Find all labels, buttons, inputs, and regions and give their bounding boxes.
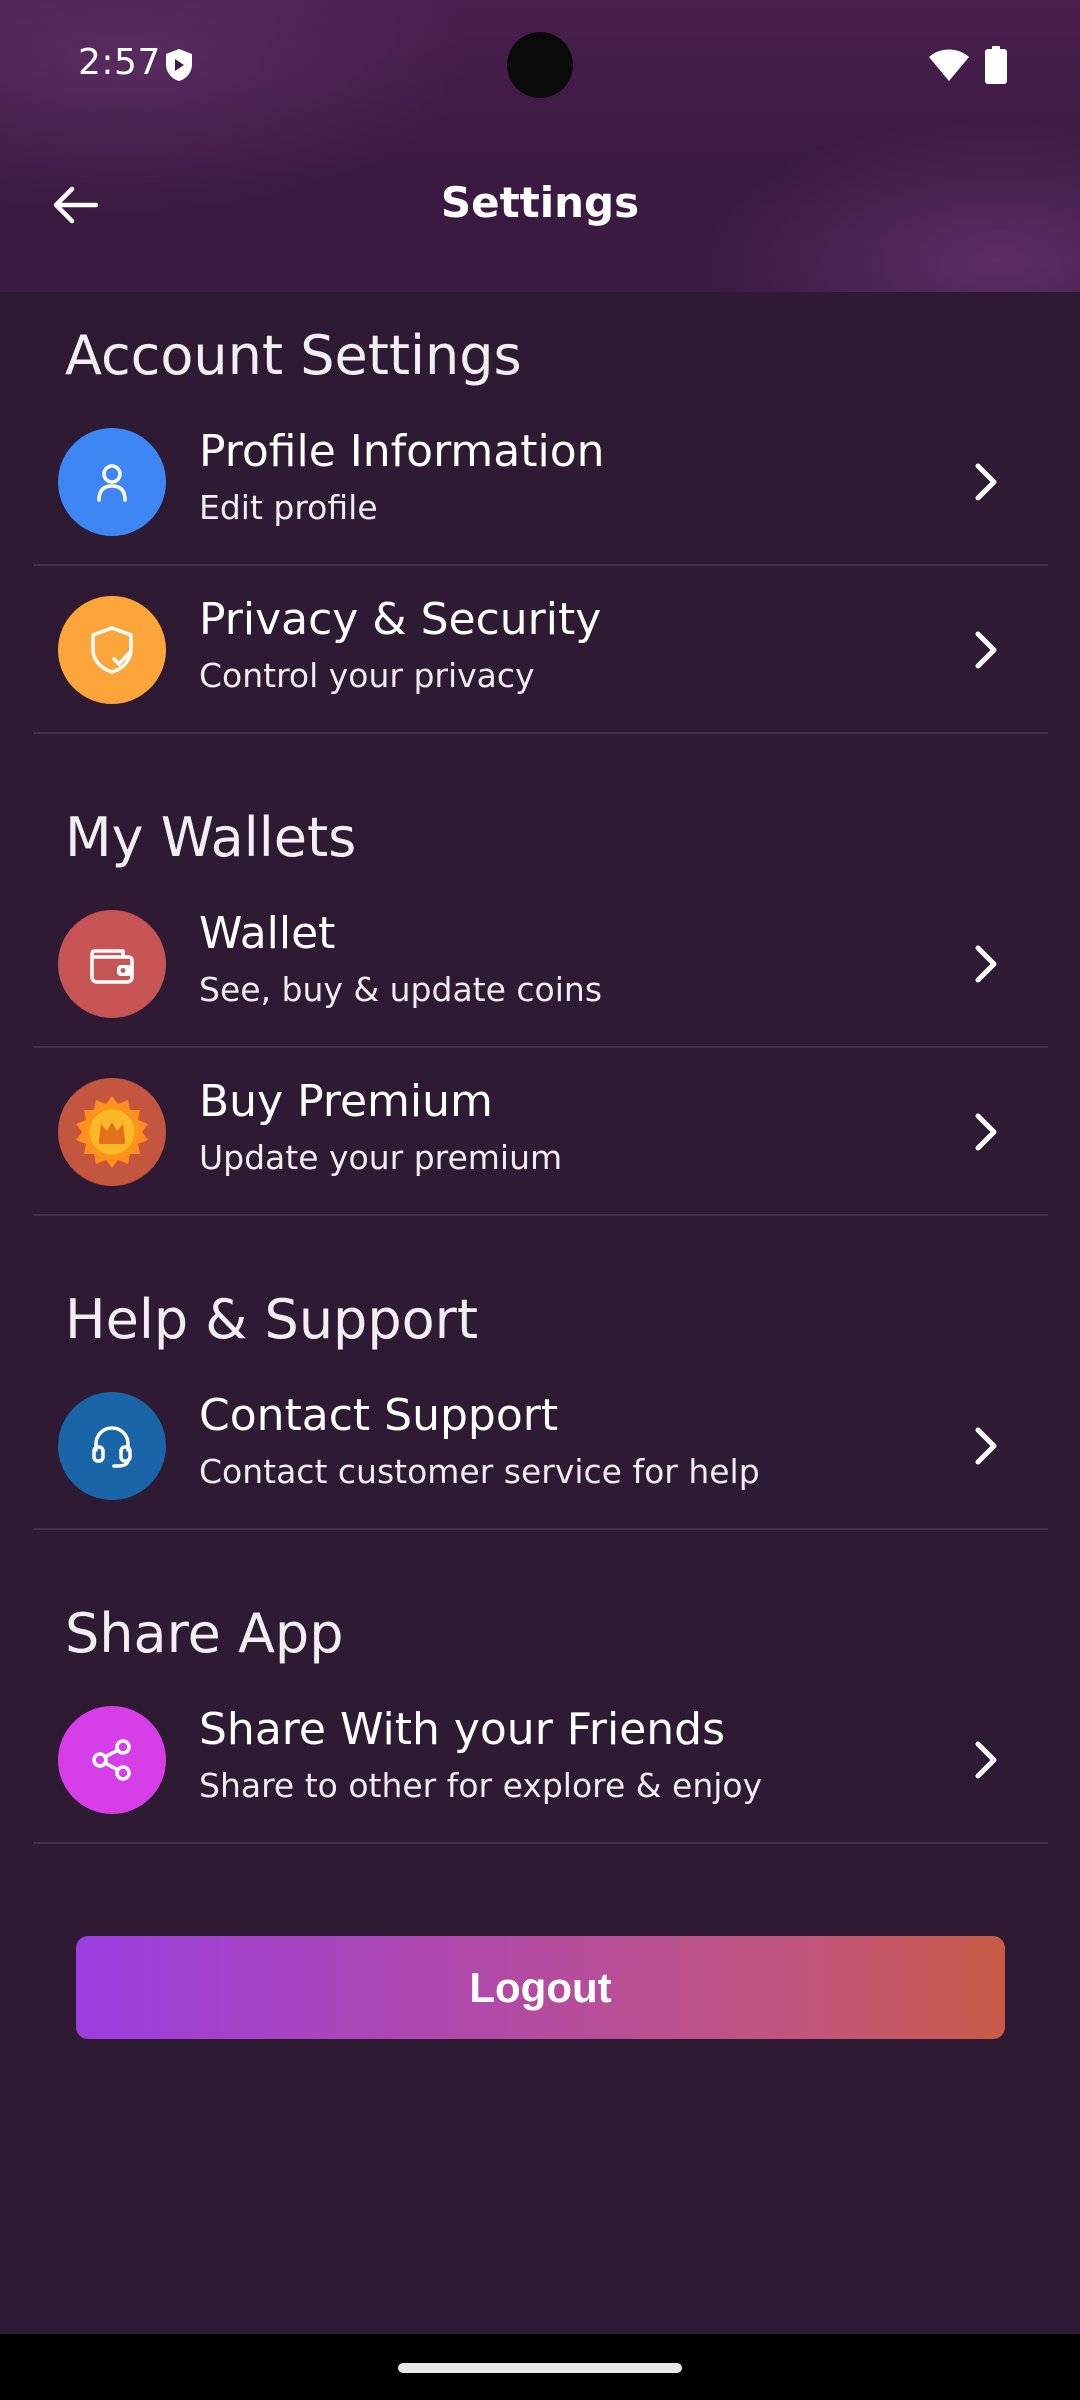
shield-check-icon (91, 626, 133, 674)
row-title: Contact Support (199, 1390, 559, 1441)
row-title: Wallet (199, 908, 336, 959)
settings-row-contact-support[interactable]: Contact Support Contact customer service… (33, 1362, 1048, 1530)
share-icon-circle (58, 1706, 166, 1814)
crown-icon (76, 1096, 148, 1168)
settings-row-privacy-security[interactable]: Privacy & Security Control your privacy (33, 566, 1048, 734)
row-title: Buy Premium (199, 1076, 493, 1127)
chevron-right-icon (975, 1113, 997, 1151)
row-subtitle: Edit profile (199, 488, 378, 527)
wallet-icon (90, 949, 134, 984)
status-bar: 2:57 (0, 0, 1080, 130)
header: 2:57 Settings (0, 0, 1080, 292)
row-subtitle: Share to other for explore & enjoy (199, 1766, 763, 1805)
row-subtitle: Update your premium (199, 1138, 563, 1177)
section-title-share-app: Share App (65, 1602, 344, 1665)
chevron-right-icon (975, 463, 997, 501)
headset-icon (92, 1426, 132, 1468)
share-icon (92, 1739, 131, 1781)
section-title-account-settings: Account Settings (65, 324, 522, 387)
chevron-right-icon (975, 1741, 997, 1779)
app-bar: Settings (0, 150, 1080, 260)
row-title: Profile Information (199, 426, 605, 477)
chevron-right-icon (975, 1427, 997, 1465)
premium-icon-circle (58, 1078, 166, 1186)
row-title: Privacy & Security (199, 594, 602, 645)
logout-button[interactable]: Logout (76, 1936, 1005, 2039)
battery-icon (985, 46, 1007, 84)
user-icon (97, 464, 127, 502)
status-time: 2:57 (78, 42, 161, 83)
shield-status-icon (166, 49, 192, 81)
page-title: Settings (440, 178, 640, 227)
settings-row-wallet[interactable]: Wallet See, buy & update coins (33, 880, 1048, 1048)
home-indicator[interactable] (398, 2363, 682, 2373)
chevron-right-icon (975, 945, 997, 983)
row-subtitle: Control your privacy (199, 656, 535, 695)
chevron-right-icon (975, 631, 997, 669)
row-subtitle: Contact customer service for help (199, 1452, 760, 1491)
settings-row-profile-information[interactable]: Profile Information Edit profile (33, 398, 1048, 566)
wallet-icon-circle (58, 910, 166, 1018)
settings-row-buy-premium[interactable]: Buy Premium Update your premium (33, 1048, 1048, 1216)
row-subtitle: See, buy & update coins (199, 970, 603, 1009)
section-title-my-wallets: My Wallets (65, 806, 357, 869)
privacy-icon-circle (58, 596, 166, 704)
camera-cutout (507, 32, 573, 98)
profile-icon-circle (58, 428, 166, 536)
support-icon-circle (58, 1392, 166, 1500)
settings-screen: 2:57 Settings Account Settings Profile I… (0, 0, 1080, 2400)
section-title-help-support: Help & Support (65, 1288, 479, 1351)
wifi-icon (929, 49, 969, 81)
settings-row-share-friends[interactable]: Share With your Friends Share to other f… (33, 1676, 1048, 1844)
row-title: Share With your Friends (199, 1704, 726, 1755)
